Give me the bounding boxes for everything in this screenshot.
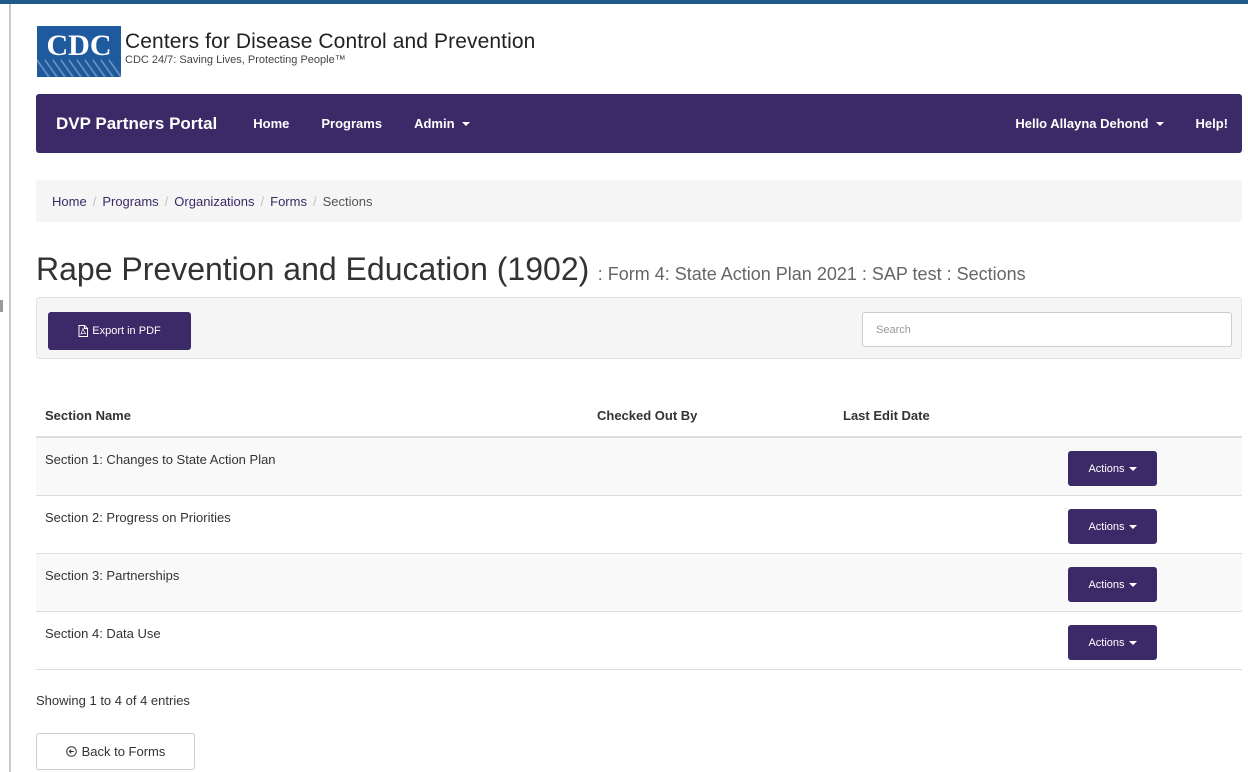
- th-last-edit-date[interactable]: Last Edit Date: [834, 408, 1074, 423]
- th-section-name[interactable]: Section Name: [36, 408, 588, 423]
- table-header: Section Name Checked Out By Last Edit Da…: [36, 394, 1242, 438]
- pdf-file-icon: [78, 325, 89, 337]
- sections-table: Section Name Checked Out By Last Edit Da…: [36, 394, 1242, 670]
- breadcrumb-separator: /: [312, 193, 317, 209]
- navbar: DVP Partners Portal Home Programs Admin …: [36, 94, 1242, 153]
- section-name-cell: Section 4: Data Use: [45, 626, 161, 641]
- export-pdf-label: Export in PDF: [92, 325, 161, 337]
- table-row: Section 4: Data Use Actions: [36, 612, 1242, 670]
- back-to-forms-label: Back to Forms: [81, 744, 166, 759]
- caret-down-icon: [1128, 640, 1137, 645]
- table-info: Showing 1 to 4 of 4 entries: [36, 693, 190, 708]
- actions-label: Actions: [1088, 578, 1125, 591]
- user-menu-dropdown[interactable]: Hello Allayna Dehond: [1015, 116, 1164, 131]
- breadcrumb: Home / Programs / Organizations / Forms …: [36, 180, 1242, 222]
- nav-programs[interactable]: Programs: [321, 116, 382, 131]
- cdc-logo-icon[interactable]: CDC: [37, 26, 121, 77]
- caret-down-icon: [461, 121, 470, 126]
- breadcrumb-forms[interactable]: Forms: [270, 194, 307, 209]
- table-row: Section 2: Progress on Priorities Action…: [36, 496, 1242, 554]
- page-title-main: Rape Prevention and Education (1902): [36, 251, 590, 287]
- actions-dropdown-button[interactable]: Actions: [1068, 567, 1157, 602]
- back-to-forms-button[interactable]: Back to Forms: [36, 733, 195, 770]
- user-menu-label: Hello Allayna Dehond: [1015, 116, 1149, 131]
- section-name-cell: Section 3: Partnerships: [45, 568, 180, 583]
- breadcrumb-programs[interactable]: Programs: [102, 194, 158, 209]
- table-toolbar: Export in PDF: [36, 297, 1242, 359]
- cdc-tagline: CDC 24/7: Saving Lives, Protecting Peopl…: [125, 54, 346, 66]
- breadcrumb-separator: /: [164, 193, 169, 209]
- nav-home-label: Home: [253, 116, 290, 131]
- table-row: Section 3: Partnerships Actions: [36, 554, 1242, 612]
- nav-admin-label: Admin: [414, 116, 455, 131]
- breadcrumb-sections: Sections: [322, 193, 373, 209]
- caret-down-icon: [1128, 466, 1137, 471]
- caret-down-icon: [1128, 524, 1137, 529]
- help-link[interactable]: Help!: [1196, 116, 1229, 131]
- page-title: Rape Prevention and Education (1902) : F…: [36, 251, 1026, 288]
- breadcrumb-organizations[interactable]: Organizations: [174, 194, 254, 209]
- page-title-subtitle: : Form 4: State Action Plan 2021 : SAP t…: [597, 264, 1026, 284]
- top-rule: [0, 0, 1248, 4]
- section-name-cell: Section 1: Changes to State Action Plan: [45, 452, 276, 467]
- breadcrumb-home[interactable]: Home: [52, 194, 87, 209]
- table-row: Section 1: Changes to State Action Plan …: [36, 438, 1242, 496]
- scroll-notch: [0, 300, 3, 312]
- circle-arrow-left-icon: [65, 746, 77, 757]
- actions-label: Actions: [1088, 462, 1125, 475]
- caret-down-icon: [1155, 121, 1164, 126]
- actions-label: Actions: [1088, 520, 1125, 533]
- actions-dropdown-button[interactable]: Actions: [1068, 451, 1157, 486]
- breadcrumb-separator: /: [92, 193, 97, 209]
- cdc-header: CDC Centers for Disease Control and Prev…: [37, 26, 535, 78]
- caret-down-icon: [1128, 582, 1137, 587]
- nav-right: Hello Allayna Dehond Help!: [999, 116, 1242, 131]
- cdc-logo-text: CDC: [47, 29, 112, 62]
- help-label: Help!: [1195, 116, 1229, 131]
- actions-dropdown-button[interactable]: Actions: [1068, 509, 1157, 544]
- section-name-cell: Section 2: Progress on Priorities: [45, 510, 231, 525]
- search-input[interactable]: [862, 312, 1232, 347]
- actions-label: Actions: [1088, 636, 1125, 649]
- nav-home[interactable]: Home: [253, 116, 289, 131]
- nav-programs-label: Programs: [321, 116, 383, 131]
- th-checked-out-by[interactable]: Checked Out By: [588, 408, 834, 423]
- nav-admin-dropdown[interactable]: Admin: [414, 116, 470, 131]
- cdc-title[interactable]: Centers for Disease Control and Preventi…: [125, 30, 535, 54]
- actions-dropdown-button[interactable]: Actions: [1068, 625, 1157, 660]
- export-pdf-button[interactable]: Export in PDF: [48, 312, 191, 350]
- brand-link[interactable]: DVP Partners Portal: [56, 114, 217, 134]
- cdc-text: Centers for Disease Control and Preventi…: [125, 30, 535, 67]
- breadcrumb-separator: /: [260, 193, 265, 209]
- window-left-edge: [9, 4, 11, 772]
